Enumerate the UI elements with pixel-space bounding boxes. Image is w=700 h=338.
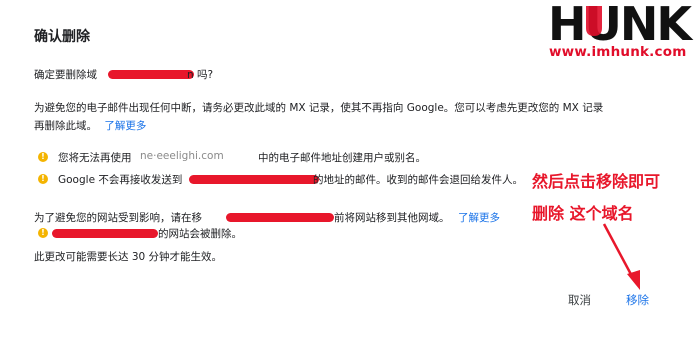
redacted-domain: [52, 229, 158, 238]
warning-2-prefix: Google 不会再接收发送到: [58, 174, 183, 186]
redacted-domain: [108, 70, 194, 79]
propagation-notice: 此更改可能需要长达 30 分钟才能生效。: [34, 251, 223, 263]
learn-more-link-1[interactable]: 了解更多: [104, 120, 146, 132]
annotation-line-2: 删除 这个域名: [532, 204, 634, 223]
blurred-domain-text: ne·eeelighi.com: [140, 150, 224, 162]
confirm-delete-dialog: 确认删除 确定要删除域 n 吗? 为避免您的电子邮件出现任何中断，请务必更改此域…: [0, 0, 700, 338]
cancel-button[interactable]: 取消: [568, 292, 591, 308]
dialog-title: 确认删除: [34, 29, 90, 45]
warning-icon: !: [38, 228, 48, 238]
warning-1-prefix: 您将无法再使用: [58, 152, 132, 164]
mx-notice-line-2-text: 再删除此域。: [34, 120, 97, 132]
redacted-domain: [189, 175, 319, 184]
mx-notice-line-2: 再删除此域。 了解更多: [34, 118, 146, 133]
remove-button[interactable]: 移除: [626, 292, 649, 308]
annotation-line-1: 然后点击移除即可: [532, 172, 661, 191]
warning-icon: !: [38, 152, 48, 162]
confirm-suffix: n 吗?: [187, 69, 214, 81]
watermark-url: www.imhunk.com: [549, 44, 687, 60]
warning-3-suffix: 的网站会被删除。: [158, 228, 242, 240]
redacted-domain: [226, 213, 334, 222]
learn-more-link-2[interactable]: 了解更多: [458, 210, 500, 225]
site-notice-prefix: 为了避免您的网站受到影响，请在移: [34, 212, 202, 224]
hunk-logo: HUNK: [548, 0, 696, 44]
confirm-prefix: 确定要删除域: [34, 69, 97, 81]
warning-1-suffix: 中的电子邮件地址创建用户或别名。: [258, 152, 426, 164]
site-notice-suffix: 前将网站移到其他网域。: [334, 212, 450, 224]
warning-icon: !: [38, 174, 48, 184]
mx-notice-line-1: 为避免您的电子邮件出现任何中断，请务必更改此域的 MX 记录，使其不再指向 Go…: [34, 102, 604, 114]
hunk-logo-text: HUNK: [548, 0, 694, 44]
warning-2-suffix: 的地址的邮件。收到的邮件会退回给发件人。: [313, 174, 523, 186]
red-arrow-icon: [602, 223, 640, 290]
